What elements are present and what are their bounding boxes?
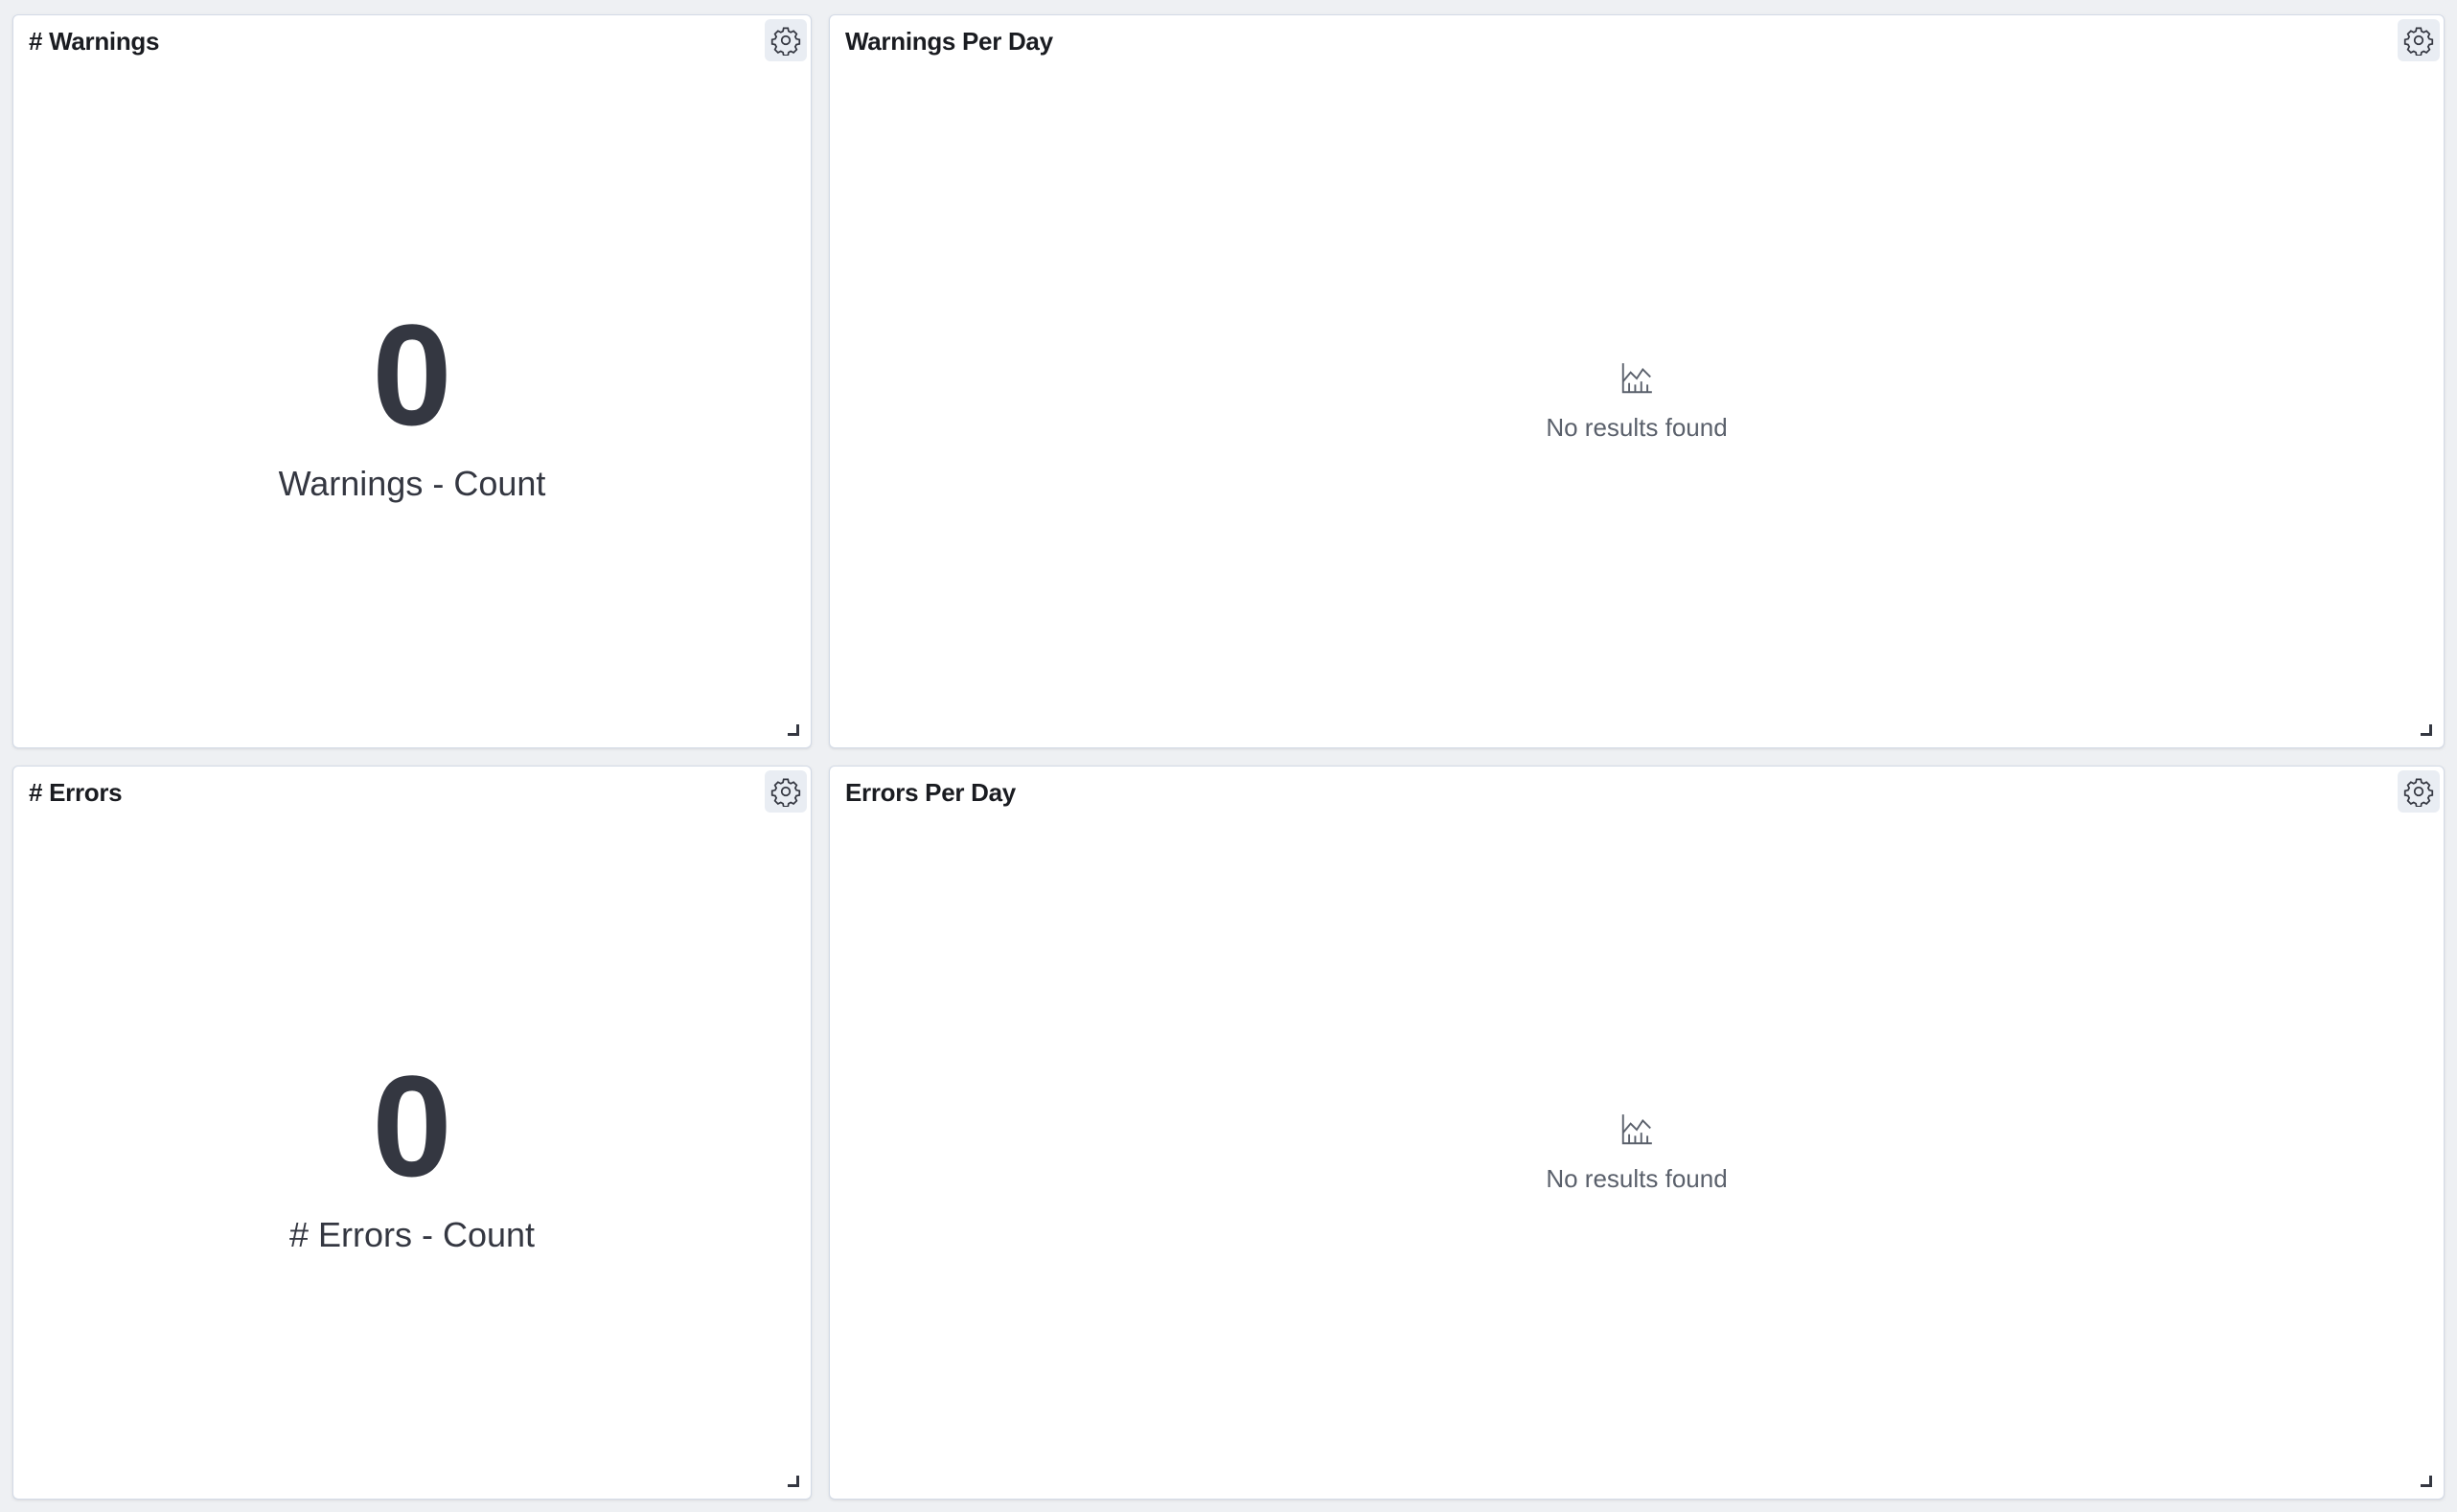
chart-icon <box>1621 363 1652 394</box>
resize-handle-icon[interactable] <box>788 1476 799 1487</box>
metric-value: 0 <box>372 294 452 455</box>
panel-title: Warnings Per Day <box>845 27 1053 56</box>
panel-warnings: # Warnings 0 Warnings - Count <box>12 14 812 748</box>
resize-handle-icon[interactable] <box>2421 724 2432 736</box>
panel-title: Errors Per Day <box>845 778 1016 807</box>
metric-label: Warnings - Count <box>278 464 546 503</box>
resize-handle-icon[interactable] <box>788 724 799 736</box>
resize-handle-icon[interactable] <box>2421 1476 2432 1487</box>
metric: 0 # Errors - Count <box>13 1054 811 1255</box>
panel-title: # Errors <box>29 778 123 807</box>
panel-options-button[interactable] <box>765 19 807 61</box>
empty-state: No results found <box>830 1111 2444 1194</box>
empty-state: No results found <box>830 360 2444 443</box>
gear-icon <box>770 778 801 807</box>
metric-value: 0 <box>372 1045 452 1206</box>
panel-options-button[interactable] <box>765 770 807 813</box>
panel-options-button[interactable] <box>2398 19 2440 61</box>
metric: 0 Warnings - Count <box>13 303 811 504</box>
gear-icon <box>770 27 801 56</box>
empty-state-text: No results found <box>1546 1164 1728 1193</box>
dashboard-grid: # Warnings 0 Warnings - Count Warnings P… <box>0 0 2457 1512</box>
gear-icon <box>2403 27 2434 56</box>
panel-errors-per-day: Errors Per Day No results found <box>829 766 2445 1500</box>
panel-errors: # Errors 0 # Errors - Count <box>12 766 812 1500</box>
metric-label: # Errors - Count <box>288 1215 536 1254</box>
panel-options-button[interactable] <box>2398 770 2440 813</box>
gear-icon <box>2403 778 2434 807</box>
panel-title: # Warnings <box>29 27 160 56</box>
empty-state-text: No results found <box>1546 413 1728 442</box>
chart-icon <box>1621 1114 1652 1145</box>
panel-warnings-per-day: Warnings Per Day No results found <box>829 14 2445 748</box>
